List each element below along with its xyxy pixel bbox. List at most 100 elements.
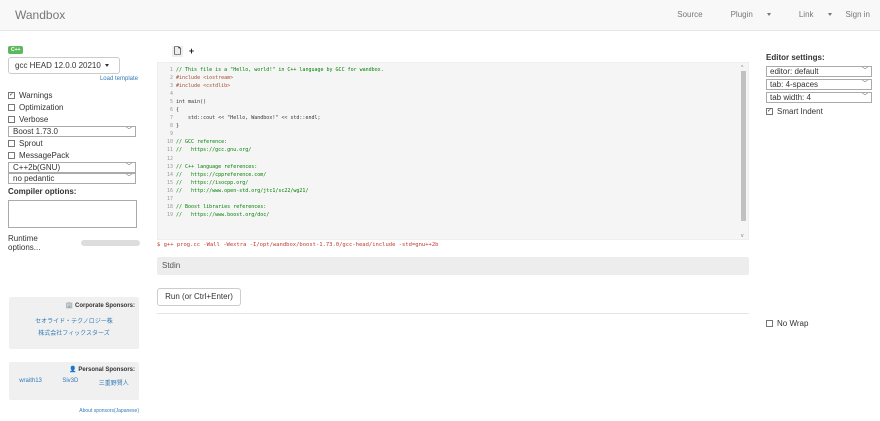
brand-logo[interactable]: Wandbox <box>15 8 65 22</box>
code-text: // This file is a "Hello, world!" in C++… <box>176 67 384 73</box>
tab-value: tab: 4-spaces <box>770 80 819 89</box>
scroll-down-icon[interactable]: v <box>741 233 744 239</box>
corporate-sponsor-link[interactable]: セオライド・テクノロジー株 <box>9 316 139 325</box>
code-text: #include <cstdlib> <box>176 83 231 90</box>
smart-indent-option[interactable]: ✓ Smart Indent <box>766 105 872 117</box>
optimization-checkbox[interactable] <box>8 103 15 111</box>
boost-select[interactable]: Boost 1.73.0 ﹀ <box>8 125 136 137</box>
chevron-down-icon: ﹀ <box>125 175 132 181</box>
load-template-link[interactable]: Load template <box>8 76 140 82</box>
chevron-down-icon: ﹀ <box>861 68 868 74</box>
editor-mode-select[interactable]: editor: default ﹀ <box>766 66 872 77</box>
run-button[interactable]: Run (or Ctrl+Enter) <box>157 288 241 306</box>
pedantic-select[interactable]: no pedantic ﹀ <box>8 173 136 184</box>
optimization-label: Optimization <box>19 102 64 112</box>
code-line: 9 <box>158 130 748 138</box>
compiler-select-button[interactable]: gcc HEAD 12.0.0 20210 <box>8 57 120 74</box>
no-wrap-label: No Wrap <box>777 319 809 328</box>
navbar: Wandbox Source Plugin Link Sign in <box>0 0 880 31</box>
nav-plugin-label: Plugin <box>730 10 753 19</box>
code-line: 8} <box>158 122 748 130</box>
std-select-value: C++2b(GNU) <box>13 162 61 172</box>
sprout-checkbox[interactable] <box>8 139 15 147</box>
line-number: 5 <box>169 99 173 106</box>
code-editor[interactable]: 1// This file is a "Hello, world!" in C+… <box>157 62 749 240</box>
compiler-options-label: Compiler options: <box>8 187 77 196</box>
nav-plugin-dropdown[interactable]: Plugin <box>717 10 771 19</box>
code-text: // http://www.open-std.org/jtc1/sc22/wg2… <box>176 187 309 194</box>
output-divider <box>157 313 749 314</box>
nav-links: Source Plugin Link Sign in <box>663 10 870 19</box>
code-line: 5 int main() <box>158 98 748 106</box>
code-line: 12 <box>158 155 748 163</box>
tab-select[interactable]: tab: 4-spaces ﹀ <box>766 79 872 90</box>
messagepack-checkbox[interactable] <box>8 151 15 159</box>
personal-sponsor-link[interactable]: wraith13 <box>19 378 42 387</box>
nav-link-dropdown[interactable]: Link <box>785 10 832 19</box>
code-text: std::cout << "Hello, Wandbox!" << std::e… <box>176 115 321 122</box>
line-number: 14 <box>166 171 173 178</box>
line-number: 6 <box>169 107 173 114</box>
compiler-options-textarea[interactable] <box>8 200 137 228</box>
editor-settings-title: Editor settings: <box>766 53 825 62</box>
line-number: 13 <box>166 163 173 170</box>
sprout-label: Sprout <box>19 138 43 148</box>
line-number: 19 <box>166 211 173 218</box>
code-text: // C++ language references: <box>176 163 258 170</box>
messagepack-label: MessagePack <box>19 150 70 160</box>
personal-sponsor-list: wraith13 Siv3D 三重野賢人 <box>9 378 139 387</box>
about-sponsors-link[interactable]: About sponsors(Japanese) <box>9 408 139 414</box>
code-line: 17 <box>158 195 748 203</box>
personal-sponsor-link[interactable]: 三重野賢人 <box>99 378 129 387</box>
smart-indent-label: Smart Indent <box>777 106 823 116</box>
runtime-options-toggle[interactable]: Runtime options... <box>8 234 140 252</box>
tab-width-value: tab width: 4 <box>770 93 811 102</box>
runtime-options-bar <box>81 240 140 246</box>
file-icon[interactable]: 🗋 <box>172 46 183 57</box>
personal-sponsor-link[interactable]: Siv3D <box>62 378 78 387</box>
editor-scrollbar[interactable]: ^ v <box>740 65 747 239</box>
line-number: 9 <box>169 131 173 138</box>
nav-signin-link[interactable]: Sign in <box>846 10 870 19</box>
language-badge[interactable]: C++ <box>8 46 24 54</box>
corporate-sponsors-title: 🏢 Corporate Sponsors: <box>9 302 139 309</box>
std-select[interactable]: C++2b(GNU) ﹀ <box>8 161 136 173</box>
nav-link-label: Link <box>798 10 814 19</box>
code-text: // GCC reference: <box>176 139 228 146</box>
verbose-option[interactable]: Verbose <box>8 113 140 125</box>
verbose-checkbox[interactable] <box>8 115 15 123</box>
no-wrap-checkbox[interactable] <box>766 320 773 327</box>
sprout-option[interactable]: Sprout <box>8 137 140 149</box>
warnings-label: Warnings <box>19 90 53 100</box>
scrollbar-thumb[interactable] <box>741 71 746 221</box>
personal-sponsors-title: 👤 Personal Sponsors: <box>9 366 139 373</box>
chevron-down-icon: ﹀ <box>125 127 132 134</box>
warnings-checkbox[interactable]: ✓ <box>8 91 15 99</box>
messagepack-option[interactable]: MessagePack <box>8 149 140 161</box>
line-number: 12 <box>166 155 173 162</box>
line-number: 17 <box>166 195 173 202</box>
optimization-option[interactable]: Optimization <box>8 101 140 113</box>
line-number: 1 <box>169 67 173 73</box>
code-line: 15// https://isocpp.org/ <box>158 179 748 187</box>
code-line: 19// https://www.boost.org/doc/ <box>158 211 748 219</box>
stdin-toggle[interactable]: Stdin <box>157 257 749 275</box>
code-text: // https://isocpp.org/ <box>176 179 249 186</box>
code-text: #include <iostream> <box>176 75 234 82</box>
runtime-options-label: Runtime options... <box>8 234 41 252</box>
code-line: 13// C++ language references: <box>158 163 748 171</box>
code-text: // Boost libraries references: <box>176 203 267 210</box>
code-line: 16// http://www.open-std.org/jtc1/sc22/w… <box>158 187 748 195</box>
line-number: 8 <box>169 123 173 130</box>
tab-width-select[interactable]: tab width: 4 ﹀ <box>766 92 872 103</box>
smart-indent-checkbox[interactable]: ✓ <box>766 107 773 115</box>
warnings-option[interactable]: ✓ Warnings <box>8 89 140 101</box>
no-wrap-option[interactable]: No Wrap <box>766 319 808 328</box>
line-number: 4 <box>169 91 173 98</box>
verbose-label: Verbose <box>19 114 49 124</box>
editor-toolbar: 🗋 + <box>172 46 197 57</box>
plus-icon[interactable]: + <box>186 46 197 57</box>
nav-source-link[interactable]: Source <box>677 10 702 19</box>
corporate-sponsor-link[interactable]: 株式会社フィックスターズ <box>9 328 139 337</box>
building-icon: 🏢 <box>65 303 74 309</box>
